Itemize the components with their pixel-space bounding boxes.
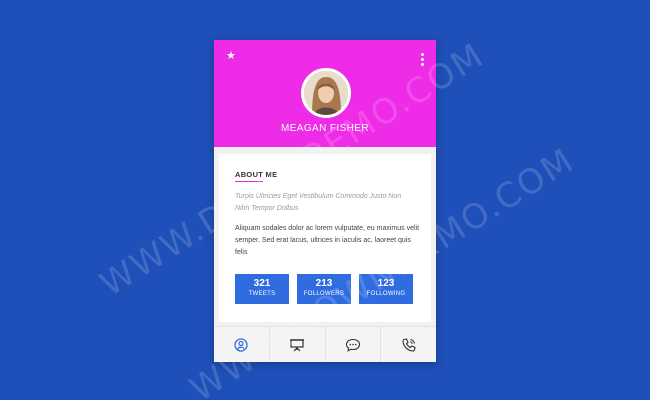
stat-tweets-button[interactable]: 321 TWEETS — [235, 274, 289, 304]
about-panel: ABOUT ME Turpis Ultricies Eget Vestibulu… — [219, 154, 431, 322]
chat-tab-button[interactable] — [326, 327, 382, 362]
stats-row: 321 TWEETS 213 FOLLOWERS 123 FOLLOWING — [235, 274, 417, 304]
about-description: Aliquam sodales dolor ac lorem vulputate… — [235, 225, 420, 256]
stat-following-button[interactable]: 123 FOLLOWING — [359, 274, 413, 304]
avatar[interactable] — [301, 68, 351, 118]
stat-followers-button[interactable]: 213 FOLLOWERS — [297, 274, 351, 304]
stat-label: TWEETS — [248, 291, 276, 297]
star-icon[interactable]: ★ — [226, 51, 236, 62]
stat-value: 213 — [315, 278, 333, 289]
phone-icon — [402, 337, 416, 352]
stat-value: 321 — [253, 278, 271, 289]
presentation-icon — [290, 338, 305, 351]
phone-tab-button[interactable] — [381, 327, 436, 362]
footer-nav — [214, 326, 436, 362]
chat-icon — [345, 338, 360, 352]
section-title: ABOUT ME — [235, 170, 278, 179]
stat-label: FOLLOWING — [366, 291, 406, 297]
profile-tab-button[interactable] — [214, 327, 270, 362]
presentation-tab-button[interactable] — [270, 327, 326, 362]
profile-header: ★ MEAGAN FISHER — [214, 40, 436, 147]
about-quote: Turpis Ultricies Eget Vestibulum Commodo… — [235, 193, 402, 212]
more-vertical-icon[interactable] — [421, 53, 424, 66]
stat-value: 123 — [377, 278, 395, 289]
title-underline — [235, 181, 263, 182]
stat-label: FOLLOWERS — [303, 291, 345, 297]
profile-card: ★ MEAGAN FISHER ABOUT ME Turpis Ultricie… — [214, 40, 436, 362]
profile-icon — [234, 337, 249, 352]
profile-name: MEAGAN FISHER — [281, 123, 369, 134]
